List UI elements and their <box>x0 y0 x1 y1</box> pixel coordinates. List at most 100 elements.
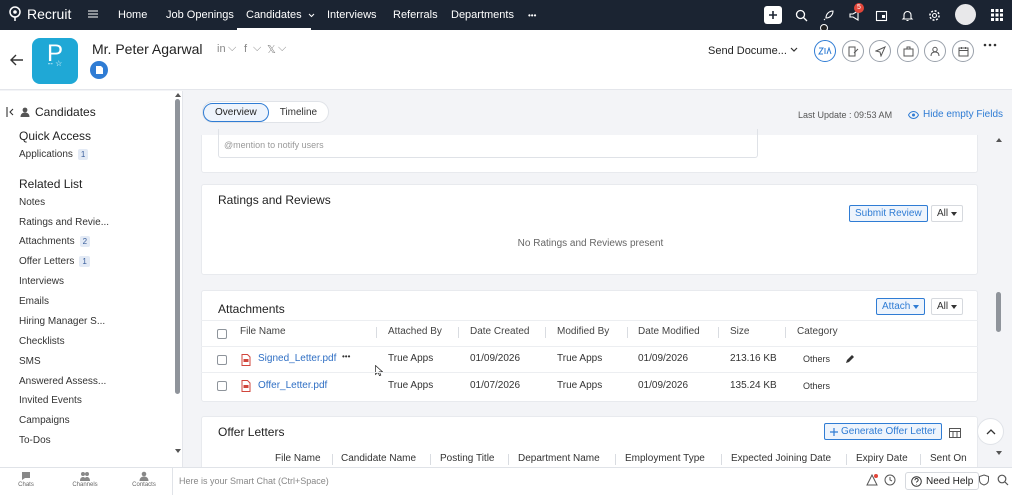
scroll-down-arrow-icon[interactable] <box>175 449 181 453</box>
send-documents-dropdown[interactable]: Send Docume... <box>708 45 787 57</box>
sidebar-item-ratings[interactable]: Ratings and Revie... <box>19 217 109 228</box>
column-divider[interactable] <box>627 327 628 338</box>
sidebar-item-offer-letters[interactable]: Offer Letters 1 <box>19 256 90 267</box>
sidebar-item-emails[interactable]: Emails <box>19 296 49 307</box>
sidebar-scrollbar[interactable] <box>175 99 180 394</box>
zia-assistant-button[interactable] <box>814 40 836 62</box>
column-divider[interactable] <box>545 327 546 338</box>
rocket-button[interactable] <box>819 6 837 24</box>
need-help-button[interactable]: Need Help <box>905 472 980 490</box>
smart-chat-input[interactable]: Here is your Smart Chat (Ctrl+Space) <box>172 468 862 495</box>
attachments-filter-dropdown[interactable]: All <box>931 298 964 315</box>
column-divider[interactable] <box>718 327 719 338</box>
quick-create-button[interactable] <box>764 6 782 24</box>
submit-review-button[interactable]: Submit Review <box>849 205 928 222</box>
generate-offer-letter-button[interactable]: Generate Offer Letter <box>824 423 942 440</box>
row-checkbox[interactable] <box>217 355 227 365</box>
chevron-down-icon[interactable] <box>790 47 798 53</box>
ratings-filter-dropdown[interactable]: All <box>931 205 964 222</box>
nav-tab-job-openings[interactable]: Job Openings <box>166 9 234 21</box>
associate-job-button[interactable] <box>897 40 919 62</box>
linkedin-icon[interactable]: in <box>217 43 226 55</box>
back-arrow-icon[interactable] <box>10 54 24 66</box>
column-divider[interactable] <box>785 327 786 338</box>
column-header-file-name[interactable]: File Name <box>240 326 286 337</box>
column-header-file-name[interactable]: File Name <box>275 453 321 464</box>
send-button[interactable] <box>869 40 891 62</box>
channels-button[interactable]: Channels <box>68 471 102 488</box>
sidebar-item-checklists[interactable]: Checklists <box>19 336 65 347</box>
x-chevron-icon[interactable]: ⌵ <box>278 42 286 55</box>
tab-timeline[interactable]: Timeline <box>269 104 328 121</box>
nav-tab-home[interactable]: Home <box>118 9 147 21</box>
user-profile-avatar[interactable] <box>955 4 976 25</box>
settings-button[interactable] <box>925 6 943 24</box>
x-twitter-icon[interactable]: 𝕏 <box>267 43 276 56</box>
notifications-button[interactable] <box>898 6 916 24</box>
linkedin-chevron-icon[interactable]: ⌵ <box>228 42 236 55</box>
sidebar-item-interviews[interactable]: Interviews <box>19 276 64 287</box>
sidebar-item-hiring-manager[interactable]: Hiring Manager S... <box>19 316 105 327</box>
column-header-attached-by[interactable]: Attached By <box>388 326 442 337</box>
history-icon[interactable] <box>884 474 896 486</box>
column-header-modified-by[interactable]: Modified By <box>557 326 609 337</box>
collapse-sidebar-icon[interactable] <box>6 107 14 117</box>
notes-input[interactable]: @mention to notify users <box>218 129 758 158</box>
column-header-sent-on[interactable]: Sent On <box>930 453 967 464</box>
contacts-button[interactable]: Contacts <box>127 471 161 488</box>
column-header-category[interactable]: Category <box>797 326 838 337</box>
candidate-avatar[interactable]: P -- ☆ <box>32 38 78 84</box>
search-icon[interactable] <box>997 474 1009 486</box>
more-tabs-button[interactable]: ••• <box>528 11 536 20</box>
sidebar-item-notes[interactable]: Notes <box>19 197 45 208</box>
shield-icon[interactable] <box>978 474 990 486</box>
chats-button[interactable]: Chats <box>9 471 43 488</box>
sidebar-item-applications[interactable]: Applications 1 <box>19 149 89 160</box>
attach-button[interactable]: Attach <box>876 298 926 315</box>
pencil-icon[interactable] <box>845 354 855 364</box>
nav-tab-departments[interactable]: Departments <box>451 9 514 21</box>
hamburger-menu-icon[interactable] <box>87 8 99 20</box>
sidebar-item-answered-assessments[interactable]: Answered Assess... <box>19 376 106 387</box>
column-divider[interactable] <box>458 327 459 338</box>
scroll-up-arrow-icon[interactable] <box>996 138 1002 142</box>
search-button[interactable] <box>792 6 810 24</box>
column-header-department-name[interactable]: Department Name <box>518 453 600 464</box>
hide-empty-fields-toggle[interactable]: Hide empty Fields <box>908 109 1003 120</box>
sidebar-item-attachments[interactable]: Attachments 2 <box>19 236 91 247</box>
nav-tab-interviews[interactable]: Interviews <box>327 9 377 21</box>
column-header-candidate-name[interactable]: Candidate Name <box>341 453 416 464</box>
add-user-button[interactable] <box>924 40 946 62</box>
facebook-icon[interactable]: f <box>244 43 247 55</box>
file-name-link[interactable]: Offer_Letter.pdf <box>258 380 327 391</box>
nav-tab-referrals[interactable]: Referrals <box>393 9 438 21</box>
app-launcher-button[interactable] <box>988 6 1006 24</box>
edit-button[interactable] <box>842 40 864 62</box>
select-all-checkbox[interactable] <box>217 329 227 339</box>
recruit-logo[interactable]: Recruit <box>8 6 71 22</box>
column-header-size[interactable]: Size <box>730 326 749 337</box>
column-header-expiry-date[interactable]: Expiry Date <box>856 453 908 464</box>
sidebar-item-todos[interactable]: To-Dos <box>19 435 51 446</box>
column-divider[interactable] <box>376 327 377 338</box>
column-header-posting-title[interactable]: Posting Title <box>440 453 494 464</box>
columns-settings-icon[interactable] <box>949 428 961 438</box>
row-checkbox[interactable] <box>217 381 227 391</box>
row-actions-button[interactable]: ••• <box>342 352 350 361</box>
column-header-date-created[interactable]: Date Created <box>470 326 529 337</box>
tab-overview[interactable]: Overview <box>203 102 269 122</box>
column-header-expected-joining-date[interactable]: Expected Joining Date <box>731 453 831 464</box>
sidebar-item-invited-events[interactable]: Invited Events <box>19 395 82 406</box>
resume-document-icon[interactable] <box>90 61 108 79</box>
scroll-down-arrow-icon[interactable] <box>996 451 1002 455</box>
sidebar-item-campaigns[interactable]: Campaigns <box>19 415 70 426</box>
alert-icon[interactable] <box>866 474 878 486</box>
column-header-date-modified[interactable]: Date Modified <box>638 326 700 337</box>
nav-tab-candidates[interactable]: Candidates <box>246 9 315 21</box>
main-scrollbar[interactable] <box>996 292 1001 332</box>
schedule-button[interactable] <box>952 40 974 62</box>
scroll-to-top-button[interactable] <box>977 418 1004 445</box>
sidebar-item-sms[interactable]: SMS <box>19 356 41 367</box>
scroll-up-arrow-icon[interactable] <box>175 93 181 97</box>
calendar-button[interactable] <box>872 6 890 24</box>
